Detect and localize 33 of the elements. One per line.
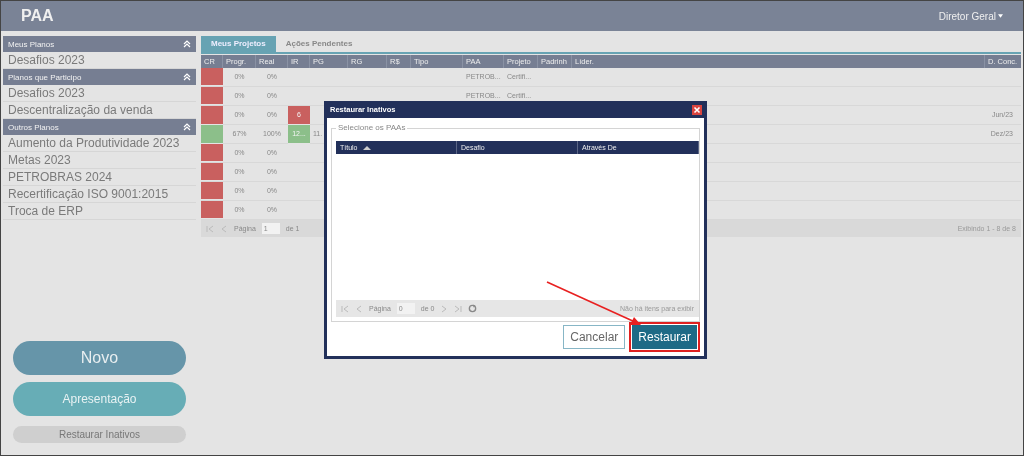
previous-page-icon[interactable] — [220, 224, 228, 233]
plan-item[interactable]: Troca de ERP — [3, 203, 196, 220]
section-header[interactable]: Planos que Participo — [3, 69, 196, 85]
refresh-icon[interactable] — [468, 304, 478, 313]
first-page-icon[interactable] — [341, 304, 349, 313]
plan-item[interactable]: Aumento da Produtividade 2023 — [3, 135, 196, 152]
plan-item[interactable]: Metas 2023 — [3, 152, 196, 169]
restore-button[interactable]: Restaurar — [632, 325, 697, 349]
tab[interactable]: Meus Projetos — [201, 36, 276, 52]
app-title: PAA — [21, 7, 54, 25]
last-page-icon[interactable] — [454, 304, 463, 313]
close-icon[interactable] — [692, 104, 702, 115]
section-title: Outros Planos — [8, 122, 59, 132]
collapse-icon[interactable] — [183, 40, 191, 48]
plan-item[interactable]: Recertificação ISO 9001:2015 — [3, 186, 196, 203]
next-page-icon[interactable] — [440, 304, 449, 313]
section-header[interactable]: Outros Planos — [3, 119, 196, 135]
new-button[interactable]: Novo — [13, 341, 186, 375]
tab[interactable]: Ações Pendentes — [275, 36, 363, 52]
section-title: Planos que Participo — [8, 72, 82, 82]
presentation-button[interactable]: Apresentação — [13, 382, 186, 416]
section-header[interactable]: Meus Planos — [3, 36, 196, 52]
section-title: Meus Planos — [8, 39, 55, 49]
cancel-button[interactable]: Cancelar — [563, 325, 626, 349]
plan-item[interactable]: Desafios 2023 — [3, 85, 196, 102]
collapse-icon[interactable] — [183, 123, 191, 131]
user-menu[interactable]: Diretor Geral — [938, 10, 1003, 22]
first-page-icon[interactable] — [206, 224, 214, 233]
caret-icon — [998, 14, 1003, 18]
collapse-icon[interactable] — [183, 73, 191, 81]
previous-page-icon[interactable] — [355, 304, 363, 313]
plan-item[interactable]: PETROBRAS 2024 — [3, 169, 196, 186]
group-label: Selecione os PAAs — [336, 123, 408, 132]
